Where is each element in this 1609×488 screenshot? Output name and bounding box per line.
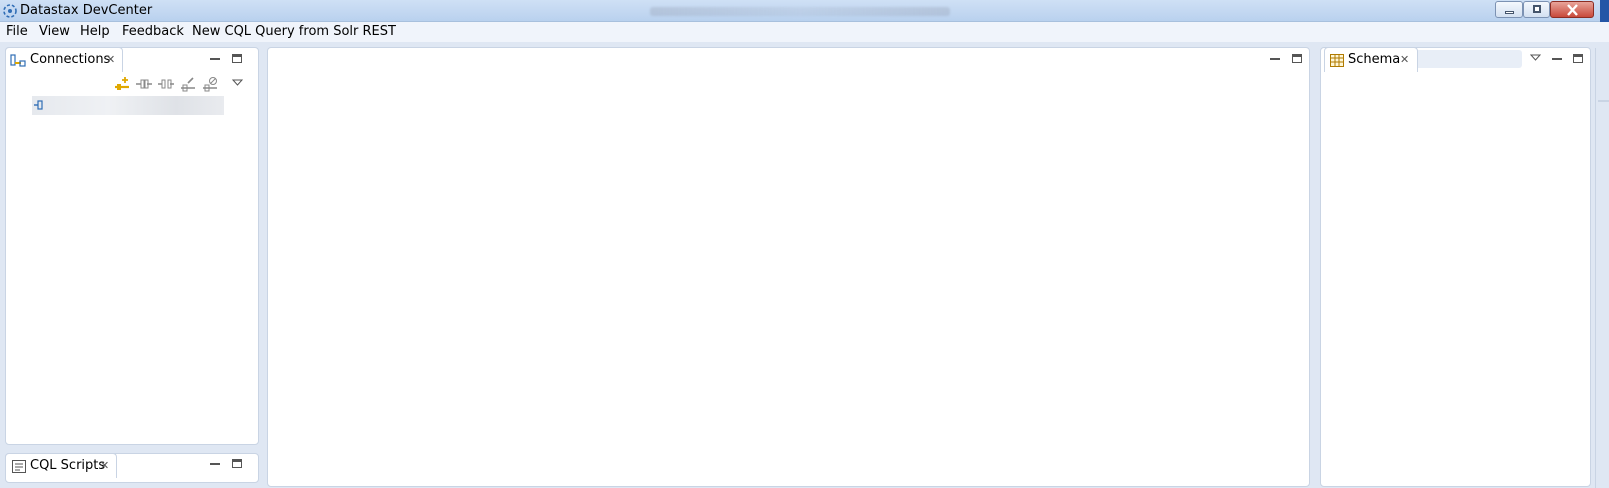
minimize-window-button[interactable] [1495,1,1523,18]
tab-schema-label: Schema [1348,52,1401,67]
list-item[interactable] [32,96,224,115]
tab-connections[interactable]: Connections ✕ [5,47,123,72]
table-icon [1330,54,1344,67]
new-connection-icon[interactable] [114,76,130,92]
maximize-view-icon[interactable] [1573,54,1583,63]
devcenter-app-icon [3,4,17,18]
tab-close-icon[interactable]: ✕ [100,459,109,472]
menu-new-cql-query-from-solr-rest[interactable]: New CQL Query from Solr REST [192,24,396,39]
connect-icon[interactable] [136,77,152,91]
close-window-button[interactable] [1550,1,1594,18]
tab-schema[interactable]: Schema ✕ [1324,47,1418,72]
minimize-view-icon[interactable] [1552,54,1562,60]
tab-close-icon[interactable]: ✕ [106,53,115,66]
close-icon [1567,4,1578,16]
delete-connection-icon[interactable] [202,76,218,92]
tab-cql-scripts[interactable]: CQL Scripts ✕ [5,453,117,478]
disconnect-icon[interactable] [158,77,174,91]
minimize-view-icon[interactable] [210,459,220,465]
minimize-editor-icon[interactable] [1270,54,1280,60]
maximize-editor-icon[interactable] [1292,54,1302,63]
tab-close-icon[interactable]: ✕ [1400,53,1409,66]
menu-view[interactable]: View [39,24,70,39]
edit-connection-icon[interactable] [180,76,196,92]
connection-node-icon [34,100,43,110]
tab-cql-scripts-label: CQL Scripts [30,458,106,473]
view-menu-chevron-down-icon[interactable] [232,79,243,86]
menu-file[interactable]: File [6,24,28,39]
restore-icon [1533,5,1541,13]
maximize-view-icon[interactable] [232,54,242,63]
scripts-icon [12,460,26,473]
tab-connections-label: Connections [30,52,111,67]
schema-panel [1320,47,1591,487]
minimize-view-icon[interactable] [210,54,220,60]
divider [1598,100,1609,102]
editor-area[interactable] [267,47,1310,487]
maximize-view-icon[interactable] [232,459,242,468]
window-title: Datastax DevCenter [20,3,153,18]
restore-window-button[interactable] [1523,1,1550,18]
schema-tabstrip [1412,50,1522,68]
blurred-window-caption [650,7,950,16]
view-menu-chevron-down-icon[interactable] [1530,54,1541,61]
minimize-icon [1505,11,1514,14]
menu-feedback[interactable]: Feedback [122,24,184,39]
divider [1595,48,1596,488]
menu-help[interactable]: Help [80,24,110,39]
connections-icon [10,54,26,67]
